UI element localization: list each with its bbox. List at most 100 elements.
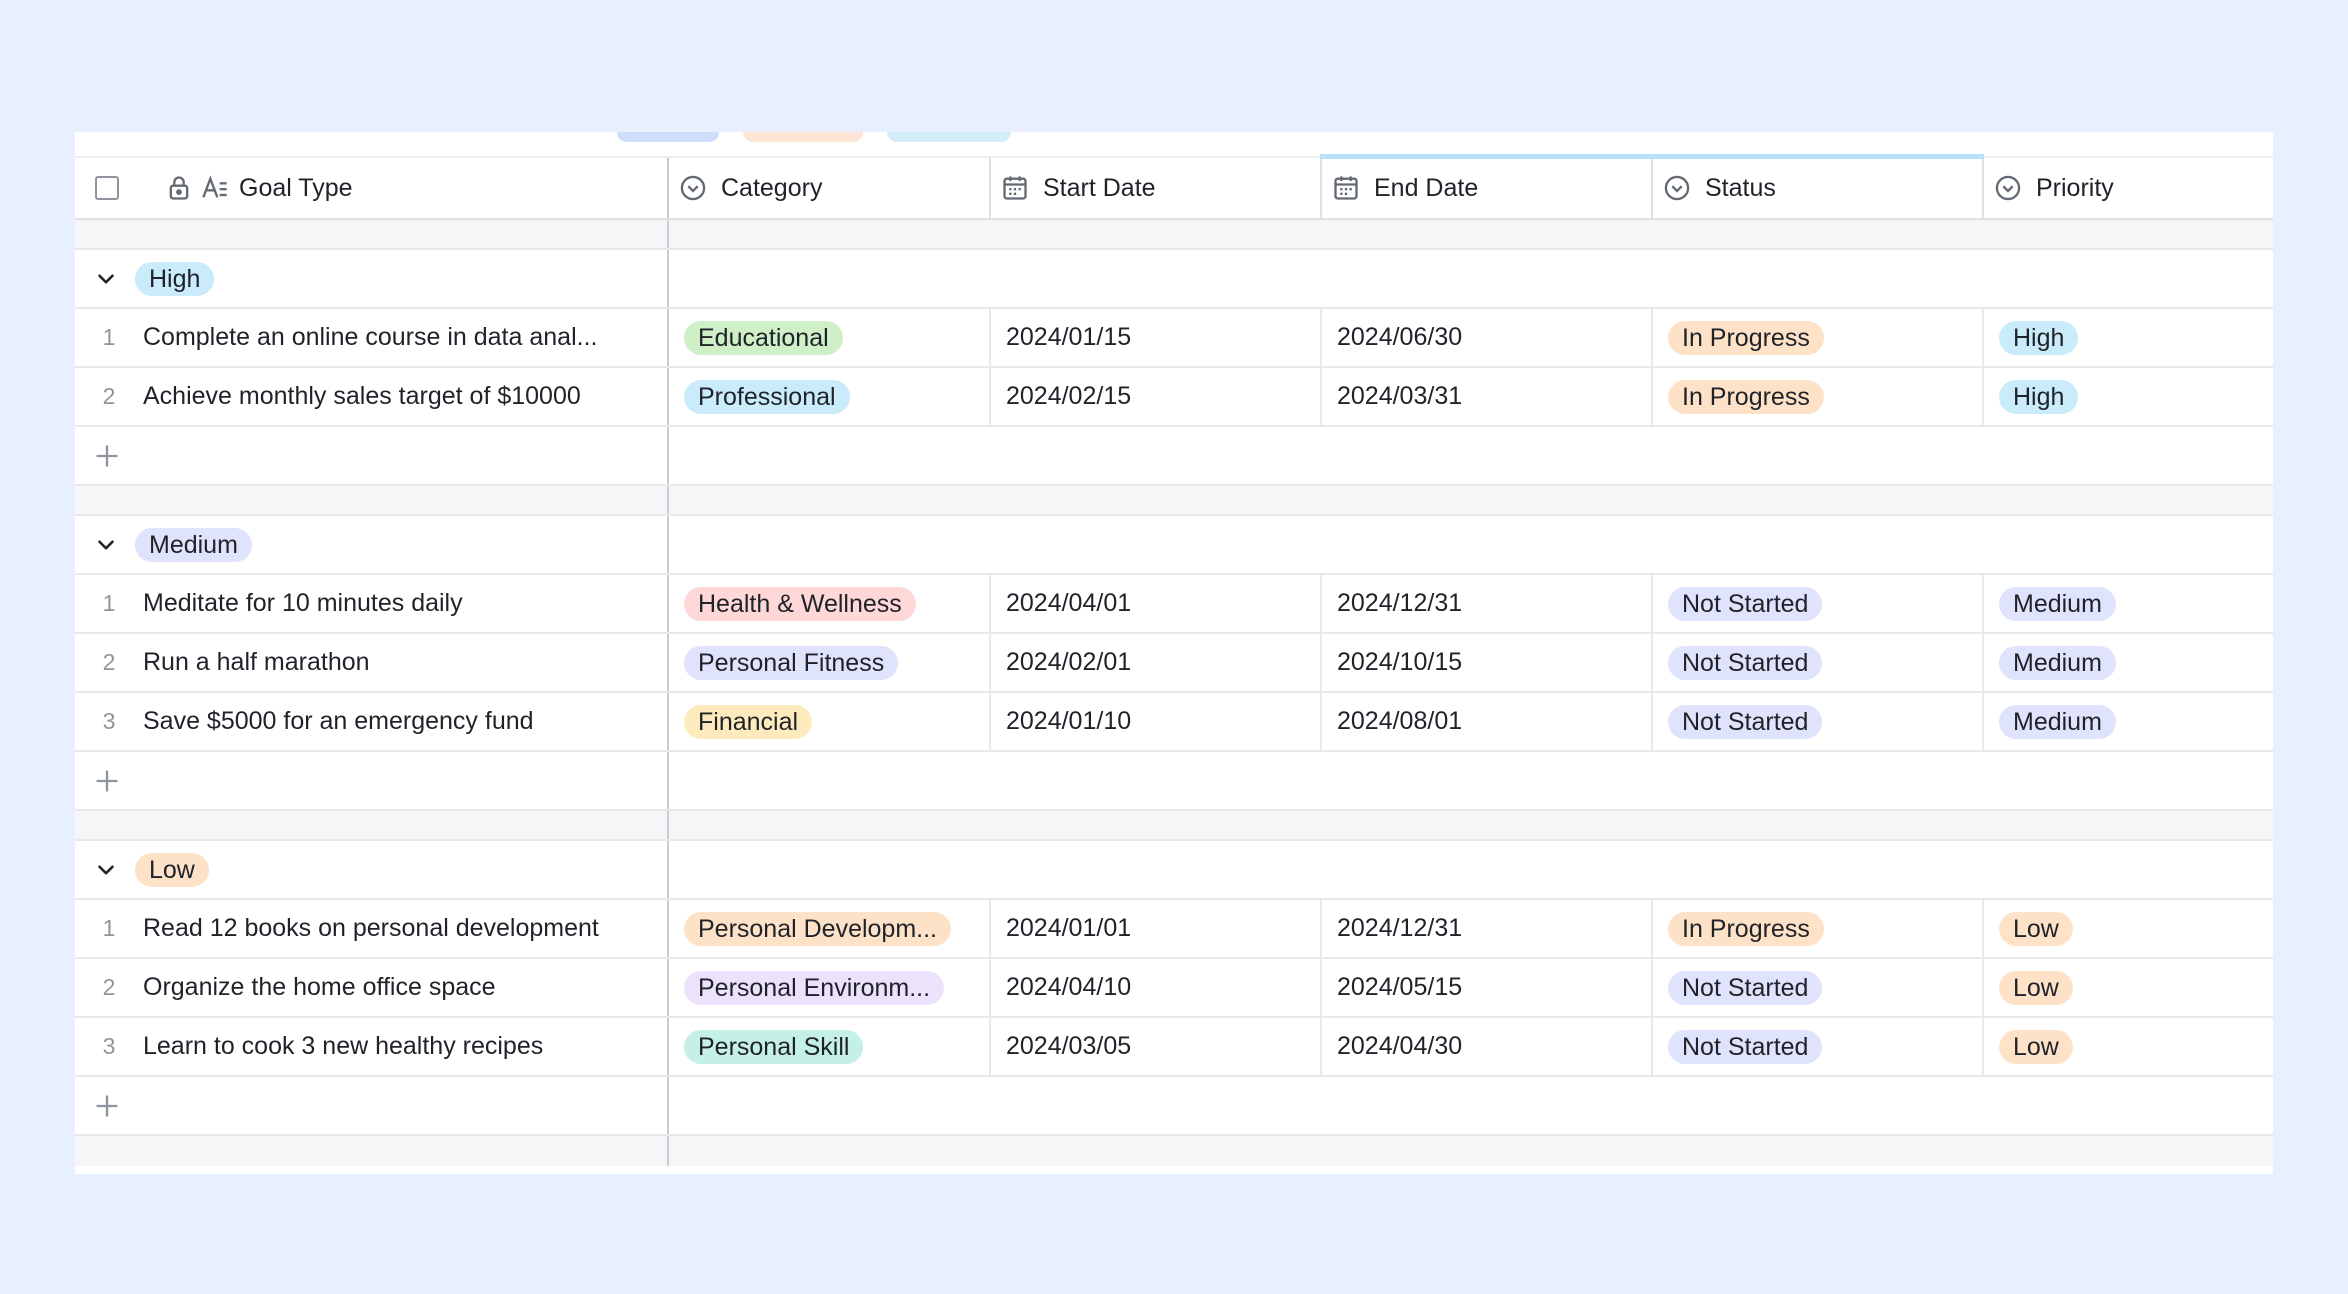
category-cell[interactable]: Health & Wellness (669, 575, 991, 632)
row-number: 2 (102, 649, 116, 675)
column-header-goal-type[interactable]: Goal Type (75, 158, 669, 218)
group-header-cell[interactable]: Medium (75, 516, 669, 573)
group-header-cell[interactable]: Low (75, 841, 669, 898)
priority-tag: Low (1999, 911, 2073, 946)
add-record-row[interactable] (75, 752, 2273, 811)
add-record-row[interactable] (75, 427, 2273, 486)
chevron-down-icon[interactable] (93, 532, 119, 558)
status-cell[interactable]: In Progress (1653, 368, 1984, 425)
row-number: 1 (102, 324, 116, 350)
priority-cell[interactable]: Low (1984, 959, 2273, 1016)
category-cell[interactable]: Professional (669, 368, 991, 425)
table-row[interactable]: 1 Read 12 books on personal development Pe… (75, 900, 2273, 959)
end-date-cell[interactable]: 2024/12/31 (1322, 900, 1653, 957)
table-row[interactable]: 2 Run a half marathon Personal Fitness 2024… (75, 634, 2273, 693)
start-date-cell[interactable]: 2024/02/15 (991, 368, 1322, 425)
group-spacer (75, 220, 2273, 250)
group-header-cell[interactable]: High (75, 250, 669, 307)
status-cell[interactable]: Not Started (1653, 634, 1984, 691)
category-tag: Personal Fitness (684, 645, 899, 680)
column-header-start-date[interactable]: Start Date (991, 158, 1322, 218)
end-date-cell[interactable]: 2024/03/31 (1322, 368, 1653, 425)
chevron-down-icon[interactable] (93, 857, 119, 883)
status-cell[interactable]: Not Started (1653, 959, 1984, 1016)
column-header-category[interactable]: Category (669, 158, 991, 218)
column-highlight-bar (1320, 154, 1653, 159)
goal-type-cell[interactable]: 3 Save $5000 for an emergency fund (75, 693, 669, 750)
group-header-high[interactable]: High (75, 250, 2273, 309)
end-date-cell[interactable]: 2024/06/30 (1322, 309, 1653, 366)
column-header-status[interactable]: Status (1651, 154, 1984, 218)
start-date-cell[interactable]: 2024/02/01 (991, 634, 1322, 691)
table-row[interactable]: 1 Meditate for 10 minutes daily Health & W… (75, 575, 2273, 634)
goal-type-cell[interactable]: 2 Run a half marathon (75, 634, 669, 691)
table-row[interactable]: 3 Learn to cook 3 new healthy recipes Pers… (75, 1018, 2273, 1077)
category-cell[interactable]: Personal Fitness (669, 634, 991, 691)
table-row[interactable]: 3 Save $5000 for an emergency fund Financi… (75, 693, 2273, 752)
status-cell[interactable]: In Progress (1653, 309, 1984, 366)
end-date-cell[interactable]: 2024/10/15 (1322, 634, 1653, 691)
priority-cell[interactable]: Medium (1984, 575, 2273, 632)
plus-icon[interactable] (93, 767, 121, 795)
goal-type-cell[interactable]: 1 Read 12 books on personal development (75, 900, 669, 957)
category-cell[interactable]: Personal Developm... (669, 900, 991, 957)
group-header-medium[interactable]: Medium (75, 516, 2273, 575)
goal-type-cell[interactable]: 2 Achieve monthly sales target of $10000 (75, 368, 669, 425)
start-date-cell[interactable]: 2024/03/05 (991, 1018, 1322, 1075)
select-all-checkbox[interactable] (95, 176, 119, 200)
plus-icon[interactable] (93, 442, 121, 470)
column-header-priority[interactable]: Priority (1984, 158, 2273, 218)
start-date-cell[interactable]: 2024/04/01 (991, 575, 1322, 632)
table-row[interactable]: 1 Complete an online course in data anal.… (75, 309, 2273, 368)
add-record-cell[interactable] (75, 1077, 669, 1134)
priority-cell[interactable]: Medium (1984, 693, 2273, 750)
start-date-cell[interactable]: 2024/01/15 (991, 309, 1322, 366)
goal-type-cell[interactable]: 1 Complete an online course in data anal.… (75, 309, 669, 366)
category-tag: Personal Skill (684, 1029, 864, 1064)
category-cell[interactable]: Personal Skill (669, 1018, 991, 1075)
goal-type-cell[interactable]: 3 Learn to cook 3 new healthy recipes (75, 1018, 669, 1075)
start-date-cell[interactable]: 2024/01/10 (991, 693, 1322, 750)
status-cell[interactable]: Not Started (1653, 693, 1984, 750)
end-date-value: 2024/06/30 (1337, 323, 1463, 351)
category-cell[interactable]: Financial (669, 693, 991, 750)
category-cell[interactable]: Educational (669, 309, 991, 366)
end-date-cell[interactable]: 2024/12/31 (1322, 575, 1653, 632)
view-tab-hint[interactable] (887, 132, 1011, 142)
end-date-value: 2024/10/15 (1337, 648, 1463, 676)
table-row[interactable]: 2 Organize the home office space Personal … (75, 959, 2273, 1018)
table-row[interactable]: 2 Achieve monthly sales target of $10000 P… (75, 368, 2273, 427)
end-date-cell[interactable]: 2024/08/01 (1322, 693, 1653, 750)
priority-cell[interactable]: Medium (1984, 634, 2273, 691)
end-date-value: 2024/03/31 (1337, 382, 1463, 410)
status-cell[interactable]: Not Started (1653, 575, 1984, 632)
goal-type-cell[interactable]: 2 Organize the home office space (75, 959, 669, 1016)
end-date-cell[interactable]: 2024/04/30 (1322, 1018, 1653, 1075)
column-header-end-date[interactable]: End Date (1320, 154, 1653, 218)
start-date-cell[interactable]: 2024/04/10 (991, 959, 1322, 1016)
priority-cell[interactable]: High (1984, 368, 2273, 425)
add-record-cell[interactable] (75, 752, 669, 809)
goal-text: Complete an online course in data anal..… (143, 323, 598, 351)
add-record-row[interactable] (75, 1077, 2273, 1136)
start-date-cell[interactable]: 2024/01/01 (991, 900, 1322, 957)
group-header-low[interactable]: Low (75, 841, 2273, 900)
view-tab-hint[interactable] (617, 132, 719, 142)
status-cell[interactable]: Not Started (1653, 1018, 1984, 1075)
end-date-cell[interactable]: 2024/05/15 (1322, 959, 1653, 1016)
goal-type-cell[interactable]: 1 Meditate for 10 minutes daily (75, 575, 669, 632)
plus-icon[interactable] (93, 1092, 121, 1120)
priority-cell[interactable]: High (1984, 309, 2273, 366)
priority-cell[interactable]: Low (1984, 900, 2273, 957)
row-number: 2 (102, 383, 116, 409)
table-body: High 1 Complete an online course in data a… (75, 220, 2273, 1166)
status-cell[interactable]: In Progress (1653, 900, 1984, 957)
view-tab-strip (75, 132, 2273, 156)
chevron-down-icon[interactable] (93, 266, 119, 292)
category-cell[interactable]: Personal Environm... (669, 959, 991, 1016)
view-tab-hint[interactable] (743, 132, 863, 142)
status-tag: Not Started (1668, 1029, 1823, 1064)
add-record-cell[interactable] (75, 427, 669, 484)
group-label-tag: High (135, 261, 215, 296)
priority-cell[interactable]: Low (1984, 1018, 2273, 1075)
